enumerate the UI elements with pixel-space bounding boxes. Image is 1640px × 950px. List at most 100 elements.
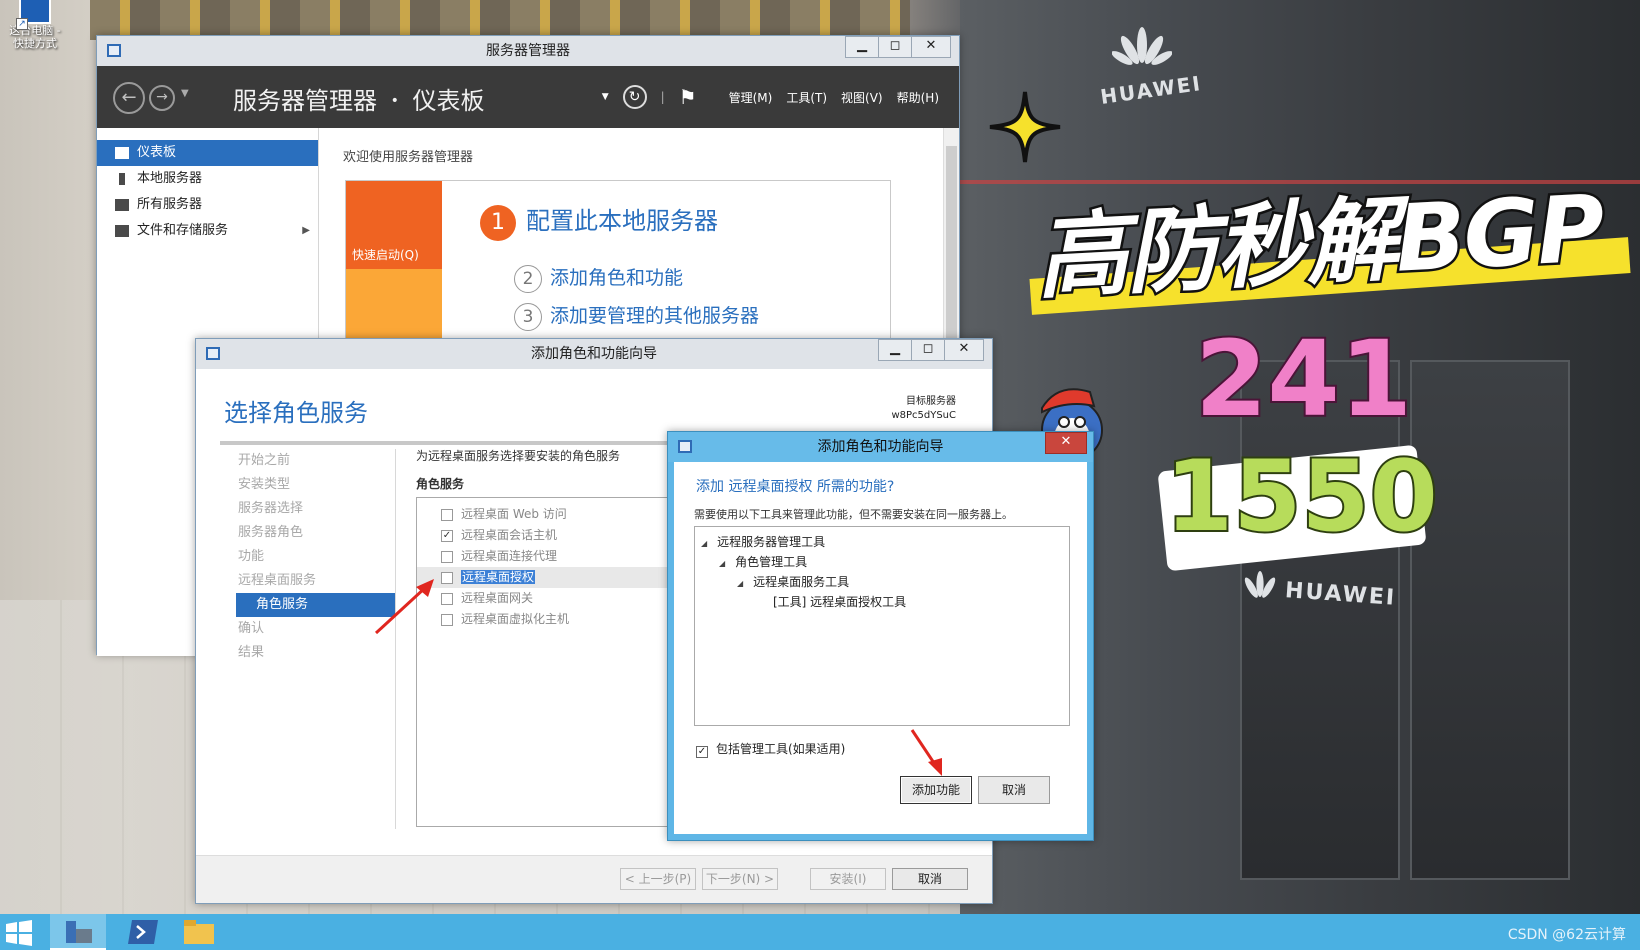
cancel-button[interactable]: 取消 — [892, 868, 968, 890]
sidebar-item-all-servers[interactable]: 所有服务器 — [97, 192, 318, 218]
server-manager-header: ← → ▼ 服务器管理器 • 仪表板 ▼ ↻ | ⚑ 管理(M) 工具(T) 视… — [97, 66, 959, 128]
overlay-number-241: 241 — [1193, 316, 1414, 442]
chevron-right-icon: ▶ — [302, 225, 310, 236]
role-service-label: 远程桌面会话主机 — [461, 528, 558, 542]
step-label: 添加要管理的其他服务器 — [550, 305, 760, 327]
server-manager-titlebar[interactable]: 服务器管理器 ▁ ◻ ✕ — [97, 36, 959, 66]
desktop-icon-this-pc[interactable]: ↗ 这台电脑 - 快捷方式 — [0, 0, 70, 72]
add-features-button[interactable]: 添加功能 — [900, 776, 972, 804]
quick-start-label: 快速启动(Q) — [352, 248, 419, 262]
role-service-label: 远程桌面虚拟化主机 — [461, 612, 570, 626]
step-number: 3 — [514, 303, 542, 331]
notifications-flag-icon[interactable]: ⚑ — [679, 85, 697, 109]
features-tree: ◢ 远程服务器管理工具 ◢ 角色管理工具 ◢ 远程桌面服务工具 [工具] 远程桌面授权… — [694, 526, 1070, 726]
add-other-servers-link[interactable]: 3 添加要管理的其他服务器 — [514, 301, 759, 331]
dropdown-icon[interactable]: ▼ — [602, 92, 609, 102]
role-service-label: 远程桌面 Web 访问 — [461, 507, 567, 521]
dialog-title: 添加角色和功能向导 — [817, 439, 944, 455]
destination-server: 目标服务器 w8Pc5dYSuC — [891, 395, 956, 423]
sidebar-item-label: 文件和存储服务 — [137, 223, 229, 238]
breadcrumb-separator: • — [390, 93, 399, 109]
sidebar-item-file-storage[interactable]: 文件和存储服务 ▶ — [97, 218, 318, 244]
include-tools-label: 包括管理工具(如果适用) — [716, 742, 846, 756]
back-arrow-icon[interactable]: ← — [113, 82, 145, 114]
minimize-button[interactable]: ▁ — [845, 36, 879, 58]
step-results[interactable]: 结果 — [220, 641, 395, 665]
step-features[interactable]: 功能 — [220, 545, 395, 569]
server-manager-icon — [66, 921, 92, 943]
forward-arrow-icon[interactable]: → — [149, 85, 175, 111]
expand-triangle-icon[interactable]: ◢ — [701, 539, 707, 548]
install-button[interactable]: 安装(I) — [810, 868, 886, 890]
menu-help[interactable]: 帮助(H) — [897, 89, 939, 106]
tree-node[interactable]: ◢ 远程服务器管理工具 — [701, 533, 825, 550]
wizard-page-title: 选择角色服务 — [224, 399, 368, 427]
sidebar-item-local-server[interactable]: 本地服务器 — [97, 166, 318, 192]
dialog-titlebar[interactable]: 添加角色和功能向导 ✕ — [668, 432, 1093, 462]
checkbox[interactable] — [441, 509, 453, 521]
dialog-note: 需要使用以下工具来管理此功能，但不需要安装在同一服务器上。 — [694, 508, 1013, 521]
include-tools-option[interactable]: ✓ 包括管理工具(如果适用) — [696, 740, 845, 758]
wizard-titlebar[interactable]: 添加角色和功能向导 ▁ ◻ ✕ — [196, 339, 992, 369]
refresh-icon[interactable]: ↻ — [622, 85, 647, 109]
taskbar-file-explorer[interactable] — [172, 914, 228, 950]
sidebar-item-dashboard[interactable]: 仪表板 — [97, 140, 318, 166]
step-number: 2 — [514, 265, 542, 293]
taskbar-powershell[interactable] — [116, 914, 172, 950]
window-title: 服务器管理器 — [486, 43, 570, 59]
step-server-selection[interactable]: 服务器选择 — [220, 497, 395, 521]
dialog-app-icon — [678, 440, 692, 453]
step-confirmation[interactable]: 确认 — [220, 617, 395, 641]
next-button[interactable]: 下一步(N) > — [702, 868, 778, 890]
start-windows-icon[interactable] — [6, 920, 32, 946]
tree-node-label: 远程桌面服务工具 — [753, 575, 850, 589]
checkbox[interactable] — [441, 614, 453, 626]
step-number-badge: 1 — [480, 205, 516, 241]
menu-manage[interactable]: 管理(M) — [729, 89, 773, 106]
menu-view[interactable]: 视图(V) — [841, 89, 883, 106]
shortcut-arrow-icon: ↗ — [16, 18, 28, 30]
checkbox-checked[interactable]: ✓ — [441, 530, 453, 542]
tree-node[interactable]: ◢ 角色管理工具 — [719, 553, 807, 570]
previous-button[interactable]: < 上一步(P) — [620, 868, 696, 890]
tree-node-label: 远程服务器管理工具 — [717, 535, 826, 549]
checkbox[interactable] — [441, 572, 453, 584]
maximize-button[interactable]: ◻ — [911, 339, 945, 361]
add-features-dialog: 添加角色和功能向导 ✕ 添加 远程桌面授权 所需的功能? 需要使用以下工具来管理… — [667, 431, 1094, 841]
close-button[interactable]: ✕ — [944, 339, 984, 361]
welcome-heading: 欢迎使用服务器管理器 — [343, 150, 474, 165]
step-label: 添加角色和功能 — [550, 267, 684, 289]
maximize-button[interactable]: ◻ — [878, 36, 912, 58]
tree-node[interactable]: ◢ 远程桌面服务工具 — [737, 573, 849, 590]
checkbox-checked[interactable]: ✓ — [696, 746, 708, 758]
sidebar-item-label: 仪表板 — [137, 145, 177, 160]
add-roles-features-link[interactable]: 2 添加角色和功能 — [514, 263, 683, 293]
role-service-label: 远程桌面授权 — [461, 570, 536, 584]
expand-triangle-icon[interactable]: ◢ — [719, 559, 725, 568]
checkbox[interactable] — [441, 593, 453, 605]
folder-icon — [184, 920, 214, 944]
tree-node[interactable]: [工具] 远程桌面授权工具 — [773, 593, 906, 610]
step-server-roles[interactable]: 服务器角色 — [220, 521, 395, 545]
breadcrumb-root[interactable]: 服务器管理器 — [233, 87, 377, 115]
close-button[interactable]: ✕ — [911, 36, 951, 58]
step-before-you-begin[interactable]: 开始之前 — [220, 449, 395, 473]
server-icon — [119, 173, 125, 185]
dialog-cancel-button[interactable]: 取消 — [978, 776, 1050, 804]
taskbar-server-manager[interactable] — [50, 914, 106, 950]
expand-triangle-icon[interactable]: ◢ — [737, 579, 743, 588]
close-button[interactable]: ✕ — [1045, 432, 1087, 454]
history-dropdown-icon[interactable]: ▼ — [181, 88, 189, 99]
step-remote-desktop-services[interactable]: 远程桌面服务 — [220, 569, 395, 593]
checkbox[interactable] — [441, 551, 453, 563]
quick-start-tile[interactable]: 快速启动(Q) — [346, 181, 442, 269]
step-installation-type[interactable]: 安装类型 — [220, 473, 395, 497]
menu-tools[interactable]: 工具(T) — [786, 89, 827, 106]
configure-local-server-link[interactable]: 1 配置此本地服务器 — [480, 201, 718, 241]
breadcrumb: 服务器管理器 • 仪表板 — [233, 81, 485, 116]
minimize-button[interactable]: ▁ — [878, 339, 912, 361]
role-services-header: 角色服务 — [416, 477, 465, 491]
annotation-arrow-icon — [910, 729, 942, 776]
watermark: CSDN @62云计算 — [1507, 927, 1626, 943]
desktop-icon-label: 这台电脑 - — [9, 24, 61, 37]
